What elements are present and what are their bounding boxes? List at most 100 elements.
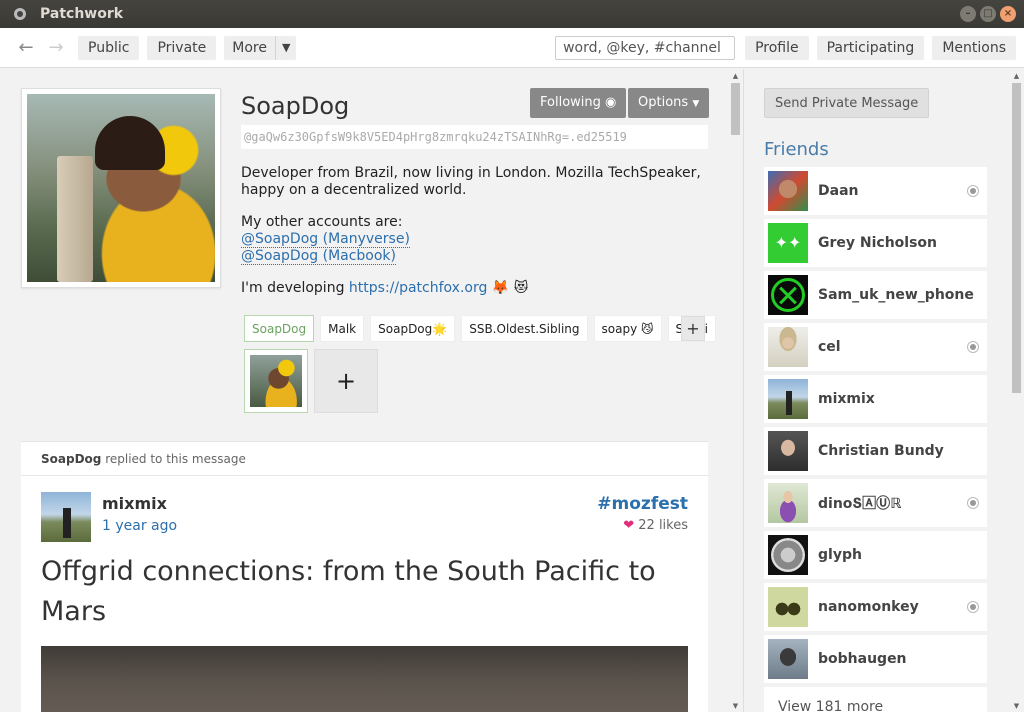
forward-arrow-icon[interactable]: → (44, 37, 68, 58)
send-private-message-button[interactable]: Send Private Message (764, 88, 930, 118)
friend-avatar (768, 327, 808, 367)
sidebar-scrollbar[interactable]: ▲ ▼ (1009, 69, 1024, 712)
fox-cat-emoji-icon: 🦊 😻 (491, 280, 529, 296)
more-label: More (232, 39, 267, 56)
friend-item[interactable]: Daan (764, 167, 987, 215)
friend-avatar (768, 483, 808, 523)
caret-down-icon: ▼ (692, 99, 700, 109)
bio-text: Developer from Brazil, now living in Lon… (241, 165, 701, 198)
minimize-icon[interactable]: – (960, 6, 976, 22)
reply-text: replied to this message (101, 452, 246, 466)
friend-avatar (768, 275, 808, 315)
friend-name: Grey Nicholson (818, 235, 938, 251)
post-image (41, 646, 688, 712)
following-indicator-icon (967, 341, 979, 353)
close-icon[interactable]: × (1000, 6, 1016, 22)
bio-text: I'm developing (241, 280, 349, 296)
friend-avatar (768, 587, 808, 627)
friend-item[interactable]: glyph (764, 531, 987, 579)
mentions-button[interactable]: Mentions (932, 35, 1016, 60)
friend-item[interactable]: mixmix (764, 375, 987, 423)
main-scrollbar[interactable]: ▲ ▼ (729, 69, 742, 712)
scroll-up-icon[interactable]: ▲ (729, 72, 742, 80)
name-chip[interactable]: soapy 😼 (593, 315, 662, 342)
friends-list: Daan ✦✦ Grey Nicholson Sam_uk_new_phone … (764, 167, 987, 712)
options-label: Options (638, 95, 689, 110)
avatar-image-chip[interactable] (244, 349, 308, 413)
post-timestamp[interactable]: 1 year ago (102, 518, 177, 534)
view-more-friends-link[interactable]: View 181 more (764, 687, 987, 712)
profile-names: SoapDog Malk SoapDog🌟 SSB.Oldest.Sibling… (244, 315, 716, 342)
friend-item[interactable]: Christian Bundy (764, 427, 987, 475)
friend-name: glyph (818, 547, 862, 563)
likes-count: 22 likes (638, 518, 688, 533)
scrollbar-thumb[interactable] (1012, 83, 1021, 393)
heart-icon: ❤ (623, 518, 635, 533)
manyverse-account-link[interactable]: @SoapDog (Manyverse) (241, 231, 410, 248)
friend-item[interactable]: nanomonkey (764, 583, 987, 631)
friend-item[interactable]: Sam_uk_new_phone (764, 271, 987, 319)
profile-avatar-image (27, 94, 215, 282)
post-likes[interactable]: ❤ 22 likes (623, 518, 688, 533)
post-author[interactable]: mixmix (102, 494, 167, 513)
private-button[interactable]: Private (147, 35, 217, 60)
friend-name: dinoՏ🄰Ⓤℝ (818, 496, 902, 512)
name-chip[interactable]: SSB.Oldest.Sibling (461, 315, 588, 342)
patchfox-link[interactable]: https://patchfox.org (349, 280, 487, 296)
more-dropdown[interactable]: More ▼ (224, 35, 297, 60)
friend-avatar (768, 639, 808, 679)
name-chip[interactable]: Malk (320, 315, 365, 342)
friend-name: Christian Bundy (818, 443, 944, 459)
friend-item[interactable]: bobhaugen (764, 635, 987, 683)
window-controls: – □ × (960, 6, 1016, 22)
macbook-account-link[interactable]: @SoapDog (Macbook) (241, 248, 397, 265)
profile-name: SoapDog (241, 92, 350, 120)
app-icon (14, 8, 26, 20)
friend-avatar (768, 431, 808, 471)
profile-bio: Developer from Brazil, now living in Lon… (241, 165, 711, 312)
title-bar: Patchwork – □ × (0, 0, 1024, 28)
name-chip[interactable]: SoapDog🌟 (370, 315, 456, 342)
options-button[interactable]: Options ▼ (628, 88, 710, 118)
friend-name: cel (818, 339, 841, 355)
add-name-button[interactable]: + (681, 316, 705, 341)
radio-icon: ◉ (605, 95, 617, 110)
friend-name: nanomonkey (818, 599, 919, 615)
scroll-down-icon[interactable]: ▼ (1009, 702, 1024, 710)
scroll-down-icon[interactable]: ▼ (729, 702, 742, 710)
add-image-button[interactable]: + (314, 349, 378, 413)
back-arrow-icon[interactable]: ← (14, 37, 38, 58)
friend-item[interactable]: cel (764, 323, 987, 371)
chevron-down-icon[interactable]: ▼ (274, 35, 296, 60)
profile-button[interactable]: Profile (745, 35, 809, 60)
participating-button[interactable]: Participating (816, 35, 925, 60)
toolbar: ← → Public Private More ▼ Profile Partic… (0, 28, 1024, 68)
post-author-avatar[interactable] (41, 492, 91, 542)
post-title: Offgrid connections: from the South Paci… (41, 556, 656, 627)
following-button[interactable]: Following ◉ (530, 88, 627, 118)
friend-name: mixmix (818, 391, 875, 407)
friend-name: Daan (818, 183, 859, 199)
following-indicator-icon (967, 185, 979, 197)
friend-avatar (768, 171, 808, 211)
right-sidebar: Send Private Message Friends Daan ✦✦ Gre… (743, 69, 1009, 712)
post-channel[interactable]: #mozfest (597, 494, 688, 514)
friend-avatar (768, 379, 808, 419)
reply-author[interactable]: SoapDog (41, 452, 101, 466)
public-button[interactable]: Public (78, 35, 140, 60)
post-card: SoapDog replied to this message mixmix 1… (21, 441, 708, 712)
friend-item[interactable]: ✦✦ Grey Nicholson (764, 219, 987, 267)
friend-item[interactable]: dinoՏ🄰Ⓤℝ (764, 479, 987, 527)
scrollbar-thumb[interactable] (731, 83, 740, 135)
bio-text: My other accounts are: (241, 214, 403, 230)
friend-name: bobhaugen (818, 651, 907, 667)
scroll-up-icon[interactable]: ▲ (1009, 72, 1024, 80)
feed-id[interactable]: @gaQw6z30GpfsW9k8V5ED4pHrg8zmrqku24zTSAI… (241, 125, 708, 149)
friend-name: Sam_uk_new_phone (818, 287, 974, 303)
maximize-icon[interactable]: □ (980, 6, 996, 22)
profile-avatar (21, 88, 221, 288)
search-input[interactable] (555, 35, 736, 60)
name-chip[interactable]: SoapDog (244, 315, 315, 342)
reply-notice: SoapDog replied to this message (21, 442, 708, 476)
friends-heading: Friends (764, 139, 829, 160)
